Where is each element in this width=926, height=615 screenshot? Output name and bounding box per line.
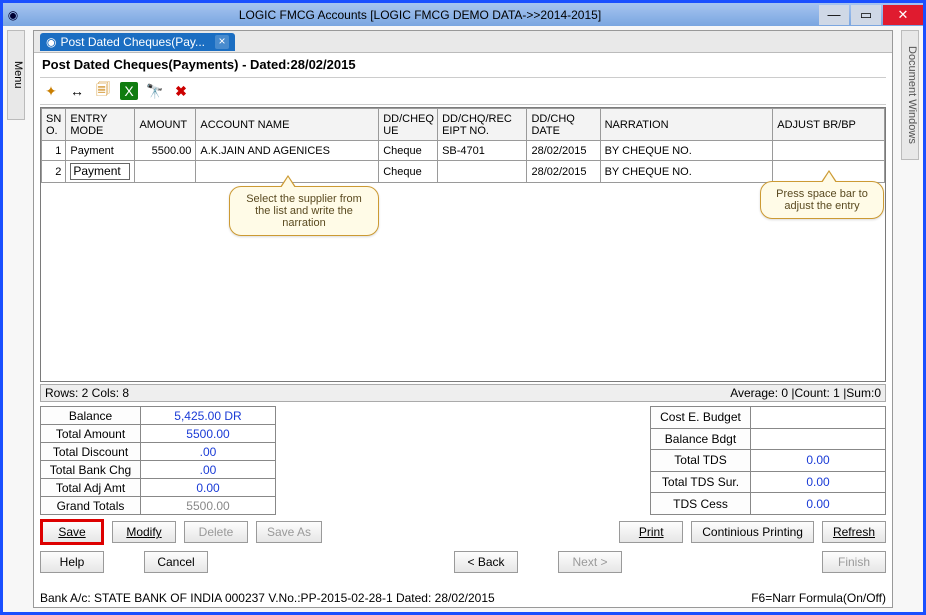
col-sno[interactable]: SN O. xyxy=(42,109,66,141)
table-row[interactable]: 1 Payment 5500.00 A.K.JAIN AND AGENICES … xyxy=(42,141,885,161)
footer-right: F6=Narr Formula(On/Off) xyxy=(751,591,886,605)
summary-right: Cost E. Budget Balance Bdgt Total TDS0.0… xyxy=(650,406,886,515)
toolbar: ✦ ↔ 🗐 X 🔭 ✖ xyxy=(34,79,892,103)
col-date[interactable]: DD/CHQ DATE xyxy=(527,109,600,141)
col-account[interactable]: ACCOUNT NAME xyxy=(196,109,379,141)
print-button[interactable]: Print xyxy=(619,521,683,543)
col-amount[interactable]: AMOUNT xyxy=(135,109,196,141)
modify-button[interactable]: Modify xyxy=(112,521,176,543)
col-ddcheque[interactable]: DD/CHEQ UE xyxy=(379,109,438,141)
next-button: Next > xyxy=(558,551,622,573)
rows-cols-status: Rows: 2 Cols: 8 xyxy=(45,386,730,400)
callout-spacebar: Press space bar to adjust the entry xyxy=(760,181,884,219)
footer-left: Bank A/c: STATE BANK OF INDIA 000237 V.N… xyxy=(40,591,751,605)
find-icon[interactable]: 🔭 xyxy=(146,82,164,100)
doc-tab-icon: ◉ xyxy=(46,35,56,49)
document-tab[interactable]: ◉ Post Dated Cheques(Pay... × xyxy=(40,33,235,51)
document-tab-strip: ◉ Post Dated Cheques(Pay... × xyxy=(34,31,892,53)
callout-supplier: Select the supplier from the list and wr… xyxy=(229,186,379,236)
save-button[interactable]: Save xyxy=(40,519,104,545)
col-receipt[interactable]: DD/CHQ/REC EIPT NO. xyxy=(438,109,527,141)
doc-tab-close-icon[interactable]: × xyxy=(215,35,229,49)
aggregate-status: Average: 0 |Count: 1 |Sum:0 xyxy=(730,386,881,400)
document-windows-side-tab[interactable]: Document Windows xyxy=(901,30,919,160)
close-button[interactable]: ✕ xyxy=(883,5,923,25)
finish-button: Finish xyxy=(822,551,886,573)
delete-button: Delete xyxy=(184,521,248,543)
expand-icon[interactable]: ↔ xyxy=(68,82,86,100)
maximize-button[interactable]: ▭ xyxy=(851,5,881,25)
new-icon[interactable]: ✦ xyxy=(42,82,60,100)
continuous-printing-button[interactable]: Continious Printing xyxy=(691,521,814,543)
delete-icon[interactable]: ✖ xyxy=(172,82,190,100)
menu-side-tab[interactable]: Menu xyxy=(7,30,25,120)
summary-left: Balance5,425.00 DR Total Amount5500.00 T… xyxy=(40,406,276,515)
table-row[interactable]: 2 Payment Cheque 28/02/2015 BY CHEQUE NO… xyxy=(42,161,885,183)
grid-status-bar: Rows: 2 Cols: 8 Average: 0 |Count: 1 |Su… xyxy=(40,384,886,402)
status-footer: Bank A/c: STATE BANK OF INDIA 000237 V.N… xyxy=(40,591,886,605)
app-icon: ◉ xyxy=(3,8,23,22)
document-panel: ◉ Post Dated Cheques(Pay... × Post Dated… xyxy=(33,30,893,608)
window-title: LOGIC FMCG Accounts [LOGIC FMCG DEMO DAT… xyxy=(23,8,817,22)
title-bar: ◉ LOGIC FMCG Accounts [LOGIC FMCG DEMO D… xyxy=(3,3,923,26)
saveas-button: Save As xyxy=(256,521,322,543)
col-narration[interactable]: NARRATION xyxy=(600,109,773,141)
doc-tab-label: Post Dated Cheques(Pay... xyxy=(60,35,205,49)
col-mode[interactable]: ENTRY MODE xyxy=(66,109,135,141)
copy-icon[interactable]: 🗐 xyxy=(94,82,112,100)
entry-mode-input[interactable]: Payment xyxy=(70,163,130,180)
minimize-button[interactable]: — xyxy=(819,5,849,25)
back-button[interactable]: < Back xyxy=(454,551,518,573)
work-area: Menu Document Windows ◉ Post Dated Chequ… xyxy=(3,26,923,612)
refresh-button[interactable]: Refresh xyxy=(822,521,886,543)
app-window: ◉ LOGIC FMCG Accounts [LOGIC FMCG DEMO D… xyxy=(0,0,926,615)
data-grid[interactable]: SN O. ENTRY MODE AMOUNT ACCOUNT NAME DD/… xyxy=(40,107,886,382)
cancel-button[interactable]: Cancel xyxy=(144,551,208,573)
excel-icon[interactable]: X xyxy=(120,82,138,100)
help-button[interactable]: Help xyxy=(40,551,104,573)
page-title: Post Dated Cheques(Payments) - Dated:28/… xyxy=(34,53,892,76)
col-adjust[interactable]: ADJUST BR/BP xyxy=(773,109,885,141)
